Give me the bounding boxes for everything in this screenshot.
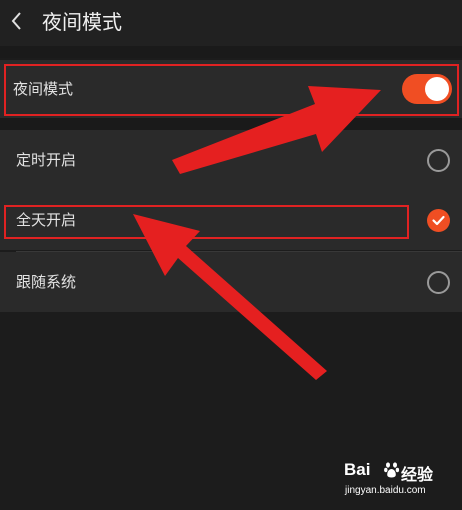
radio-checked-icon[interactable]: [427, 209, 450, 232]
option-label: 定时开启: [16, 151, 77, 169]
option-label: 全天开启: [16, 211, 77, 229]
night-mode-toggle[interactable]: [402, 74, 452, 104]
app-header: 夜间模式: [0, 0, 462, 46]
night-mode-row[interactable]: 夜间模式: [0, 60, 462, 118]
option-label: 跟随系统: [16, 273, 77, 291]
baidu-watermark: Bai 经验 jingyan.baidu.com: [344, 460, 454, 504]
watermark-logo-text: Bai: [344, 460, 371, 479]
back-button[interactable]: [6, 6, 32, 36]
radio-unchecked-icon[interactable]: [427, 149, 450, 172]
page-title: 夜间模式: [42, 10, 122, 34]
checkmark-icon: [432, 215, 445, 226]
chevron-left-icon: [11, 12, 21, 30]
radio-unchecked-icon[interactable]: [427, 271, 450, 294]
paw-icon: [384, 462, 400, 478]
section-gap: [0, 118, 462, 130]
option-row-follow-system[interactable]: 跟随系统: [0, 252, 462, 312]
watermark-url: jingyan.baidu.com: [345, 485, 426, 496]
night-mode-label: 夜间模式: [13, 80, 74, 98]
option-row-scheduled[interactable]: 定时开启: [0, 130, 462, 190]
toggle-knob: [425, 77, 449, 101]
option-row-all-day[interactable]: 全天开启: [0, 190, 462, 250]
watermark-cn-text: 经验: [401, 465, 434, 484]
section-gap: [0, 46, 462, 58]
